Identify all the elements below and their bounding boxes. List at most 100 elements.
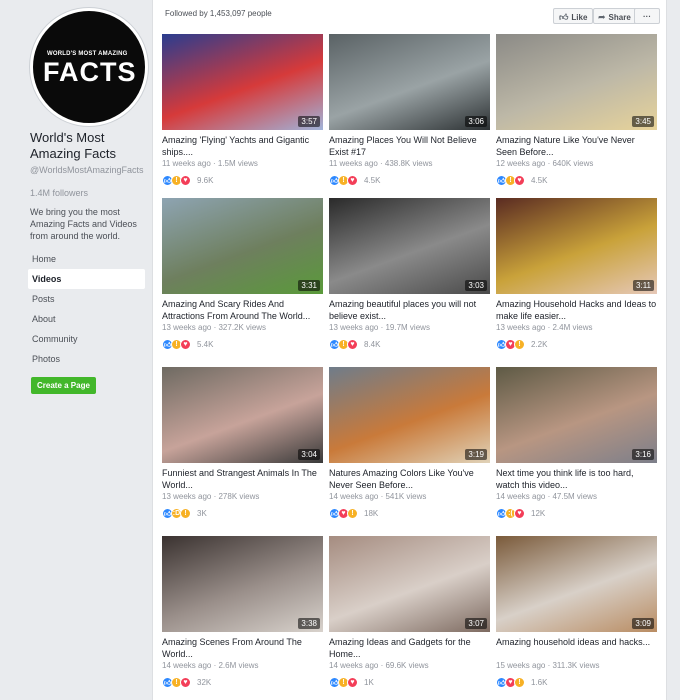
reactions-bar[interactable]: 👍︎! ♥ 5.4K	[162, 337, 323, 351]
reaction-count: 1.6K	[531, 677, 548, 687]
love-reaction-icon: ♥	[347, 676, 358, 688]
video-thumbnail[interactable]: 3:03	[329, 198, 490, 294]
video-card[interactable]: 3:07 Amazing Ideas and Gadgets for the Ho…	[329, 536, 490, 689]
reaction-count: 9.6K	[197, 175, 214, 185]
video-title[interactable]: Amazing household ideas and hacks...	[496, 636, 657, 660]
reactions-bar[interactable]: 👍︎! ♥ 4.5K	[329, 173, 490, 187]
love-reaction-icon: ♥	[180, 676, 191, 688]
followers-count: 1.4M followers	[30, 188, 89, 198]
followed-by-text: Followed by 1,453,097 people	[165, 9, 272, 18]
video-title[interactable]: Amazing Scenes From Around The World...	[162, 636, 323, 660]
reactions-bar[interactable]: 👍︎! ♥ 8.4K	[329, 337, 490, 351]
video-meta: 14 weeks ago · 69.6K views	[329, 661, 429, 670]
video-duration: 3:45	[632, 116, 654, 127]
video-thumbnail[interactable]: 3:31	[162, 198, 323, 294]
video-meta: 13 weeks ago · 19.7M views	[329, 323, 430, 332]
share-arrow-icon: ➦	[598, 12, 606, 22]
video-meta: 12 weeks ago · 640K views	[496, 159, 594, 168]
nav-item-home[interactable]: Home	[28, 249, 145, 269]
like-label: Like	[571, 13, 588, 22]
video-duration: 3:04	[298, 449, 320, 460]
video-card[interactable]: 3:16 Next time you think life is too hard…	[496, 367, 657, 520]
video-duration: 3:06	[465, 116, 487, 127]
more-options-button[interactable]: ···	[634, 8, 660, 24]
video-card[interactable]: 3:38 Amazing Scenes From Around The World…	[162, 536, 323, 689]
create-page-button[interactable]: Create a Page	[31, 377, 96, 394]
page-sidebar: WORLD'S MOST AMAZING FACTS World's Most …	[0, 0, 150, 700]
page-title[interactable]: World's Most Amazing Facts	[30, 130, 145, 162]
video-card[interactable]: 3:11 Amazing Household Hacks and Ideas to…	[496, 198, 657, 351]
page-nav: Home Videos Posts About Community Photos	[28, 249, 145, 369]
reactions-bar[interactable]: 👍︎ ♥! 1.6K	[496, 675, 657, 689]
video-title[interactable]: Amazing beautiful places you will not be…	[329, 298, 490, 322]
video-title[interactable]: Funniest and Strangest Animals In The Wo…	[162, 467, 323, 491]
reactions-bar[interactable]: 👍︎! ♥ 32K	[162, 675, 323, 689]
video-thumbnail[interactable]: 3:07	[329, 536, 490, 632]
video-card[interactable]: 3:04 Funniest and Strangest Animals In Th…	[162, 367, 323, 520]
video-thumbnail[interactable]: 3:06	[329, 34, 490, 130]
video-thumbnail[interactable]: 3:57	[162, 34, 323, 130]
video-title[interactable]: Natures Amazing Colors Like You've Never…	[329, 467, 490, 491]
video-duration: 3:16	[632, 449, 654, 460]
reactions-bar[interactable]: 👍︎! ♥ 1K	[329, 675, 490, 689]
page-avatar[interactable]: WORLD'S MOST AMAZING FACTS	[30, 8, 148, 126]
video-card[interactable]: 3:03 Amazing beautiful places you will no…	[329, 198, 490, 351]
video-thumbnail[interactable]: 3:11	[496, 198, 657, 294]
more-icon: ···	[643, 12, 651, 21]
reaction-count: 8.4K	[364, 339, 381, 349]
logo-text: FACTS	[43, 57, 137, 87]
video-title[interactable]: Amazing Household Hacks and Ideas to mak…	[496, 298, 657, 322]
video-card[interactable]: 3:06 Amazing Places You Will Not Believe …	[329, 34, 490, 187]
video-title[interactable]: Amazing 'Flying' Yachts and Gigantic shi…	[162, 134, 323, 158]
love-reaction-icon: ♥	[180, 338, 191, 350]
reactions-bar[interactable]: 👍︎:(♥ 12K	[496, 506, 657, 520]
thumbs-up-icon: 👍︎	[559, 12, 569, 22]
reaction-count: 2.2K	[531, 339, 548, 349]
video-duration: 3:31	[298, 280, 320, 291]
nav-item-photos[interactable]: Photos	[28, 349, 145, 369]
video-card[interactable]: 3:19 Natures Amazing Colors Like You've N…	[329, 367, 490, 520]
nav-item-community[interactable]: Community	[28, 329, 145, 349]
reaction-count: 12K	[531, 508, 546, 518]
video-meta: 11 weeks ago · 1.5M views	[162, 159, 258, 168]
share-button[interactable]: ➦ Share	[593, 8, 638, 24]
reactions-bar[interactable]: 👍︎! ♥ 9.6K	[162, 173, 323, 187]
reaction-count: 4.5K	[531, 175, 548, 185]
like-page-button[interactable]: 👍︎ Like	[553, 8, 593, 24]
reactions-bar[interactable]: 👍︎ ♥! 18K	[329, 506, 490, 520]
nav-item-videos[interactable]: Videos	[28, 269, 145, 289]
video-title[interactable]: Amazing Places You Will Not Believe Exis…	[329, 134, 490, 158]
video-meta: 15 weeks ago · 311.3K views	[496, 661, 600, 670]
video-card[interactable]: 3:31 Amazing And Scary Rides And Attracti…	[162, 198, 323, 351]
wow-reaction-icon: !	[180, 507, 191, 519]
video-thumbnail[interactable]: 3:16	[496, 367, 657, 463]
video-card[interactable]: 3:09 Amazing household ideas and hacks...…	[496, 536, 657, 689]
love-reaction-icon: ♥	[347, 174, 358, 186]
nav-item-posts[interactable]: Posts	[28, 289, 145, 309]
wow-reaction-icon: !	[514, 676, 525, 688]
video-duration: 3:03	[465, 280, 487, 291]
nav-item-about[interactable]: About	[28, 309, 145, 329]
video-title[interactable]: Amazing Ideas and Gadgets for the Home..…	[329, 636, 490, 660]
video-meta: 11 weeks ago · 438.8K views	[329, 159, 433, 168]
video-meta: 13 weeks ago · 327.2K views	[162, 323, 267, 332]
reactions-bar[interactable]: 👍︎ ♥! 2.2K	[496, 337, 657, 351]
page-handle[interactable]: @WorldsMostAmazingFacts	[30, 165, 145, 176]
wow-reaction-icon: !	[514, 338, 525, 350]
video-thumbnail[interactable]: 3:04	[162, 367, 323, 463]
video-card[interactable]: 3:57 Amazing 'Flying' Yachts and Gigantic…	[162, 34, 323, 187]
video-meta: 13 weeks ago · 278K views	[162, 492, 260, 501]
video-thumbnail[interactable]: 3:19	[329, 367, 490, 463]
video-thumbnail[interactable]: 3:09	[496, 536, 657, 632]
video-title[interactable]: Amazing And Scary Rides And Attractions …	[162, 298, 323, 322]
video-title[interactable]: Next time you think life is too hard, wa…	[496, 467, 657, 491]
video-card[interactable]: 3:45 Amazing Nature Like You've Never See…	[496, 34, 657, 187]
video-thumbnail[interactable]: 3:45	[496, 34, 657, 130]
love-reaction-icon: ♥	[347, 338, 358, 350]
reaction-count: 18K	[364, 508, 379, 518]
video-thumbnail[interactable]: 3:38	[162, 536, 323, 632]
video-title[interactable]: Amazing Nature Like You've Never Seen Be…	[496, 134, 657, 158]
video-duration: 3:09	[632, 618, 654, 629]
reactions-bar[interactable]: 👍︎:D! 3K	[162, 506, 323, 520]
reactions-bar[interactable]: 👍︎! ♥ 4.5K	[496, 173, 657, 187]
